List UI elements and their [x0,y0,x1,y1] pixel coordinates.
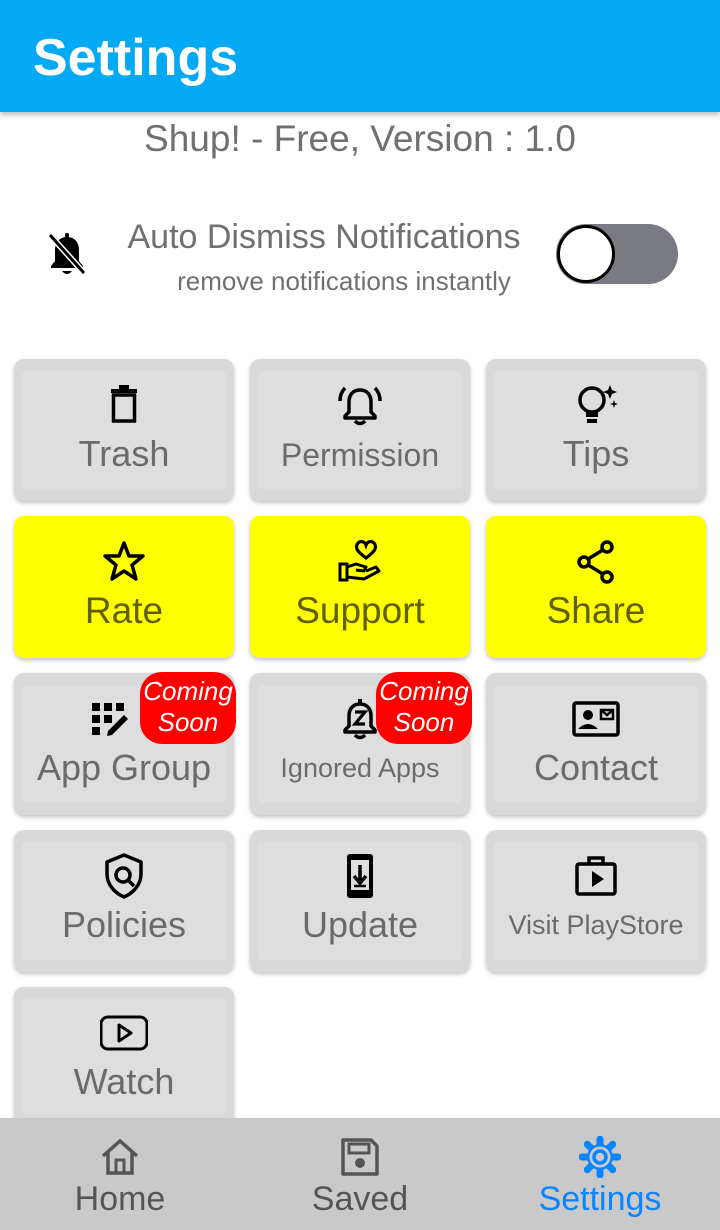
tile-label-trash: Trash [78,433,170,474]
version-text: Shup! - Free, Version : 1.0 [144,118,576,159]
alarm-bell-icon [338,386,382,426]
update-button[interactable]: Update [250,830,470,972]
visit-playstore-button[interactable]: Visit PlayStore [486,830,706,972]
heart-hand-icon [338,539,381,582]
app-group-icon [92,703,128,736]
star-icon [103,541,145,581]
tile-label-visit-playstore: Visit PlayStore [508,910,684,940]
policies-button[interactable]: Policies [14,830,234,972]
coming-soon-badge: Coming Soon [376,672,472,744]
tips-button[interactable]: Tips [486,359,706,501]
tile-label-share: Share [546,590,646,631]
tile-label-tips: Tips [562,433,630,474]
lightbulb-icon [578,385,618,423]
video-play-icon [100,1015,148,1051]
watch-button[interactable]: Watch [14,987,234,1127]
contact-card-icon [572,701,620,737]
app-group-button[interactable]: App Group Coming Soon [14,672,236,815]
save-icon [341,1138,379,1176]
tile-label-watch: Watch [73,1061,175,1102]
rate-button[interactable]: Rate [14,516,234,658]
tile-label-update: Update [301,904,419,945]
tile-label-ignored-apps: Ignored Apps [280,753,440,783]
tile-label-policies: Policies [61,904,187,945]
shield-icon [105,853,143,899]
auto-dismiss-setting[interactable]: Auto Dismiss Notifications remove notifi… [0,212,720,302]
tile-label-rate: Rate [84,590,164,631]
share-button[interactable]: Share [486,516,706,658]
nav-settings-label: Settings [538,1180,662,1218]
contact-button[interactable]: Contact [486,673,706,815]
app-bar: Settings [0,0,720,112]
notifications-off-icon [47,232,87,276]
auto-dismiss-title: Auto Dismiss Notifications [127,218,521,256]
ignored-apps-button[interactable]: Ignored Apps Coming Soon [250,672,472,815]
nav-home-label: Home [74,1180,166,1218]
tile-label-permission: Permission [280,437,440,473]
toggle-knob[interactable] [557,225,615,283]
permission-button[interactable]: Permission [250,359,470,501]
trash-button[interactable]: Trash [14,359,234,501]
tile-label-contact: Contact [533,747,659,788]
auto-dismiss-subtitle: remove notifications instantly [177,266,511,296]
page-title: Settings [33,29,239,87]
play-store-icon [575,856,617,896]
nav-saved-label: Saved [311,1180,409,1218]
coming-soon-badge: Coming Soon [140,672,236,744]
support-button[interactable]: Support [250,516,470,658]
tile-label-support: Support [295,590,425,631]
trash-icon [111,385,137,423]
auto-dismiss-toggle[interactable] [556,224,678,284]
gear-icon [579,1136,621,1178]
tile-label-app-group: App Group [36,747,212,788]
nav-settings[interactable]: Settings [480,1118,720,1230]
phone-download-icon [347,854,373,898]
home-icon [101,1139,139,1175]
nav-home[interactable]: Home [0,1118,240,1230]
share-icon [577,540,614,584]
bottom-navigation: Home Saved Settings [0,1118,720,1230]
nav-saved[interactable]: Saved [240,1118,480,1230]
